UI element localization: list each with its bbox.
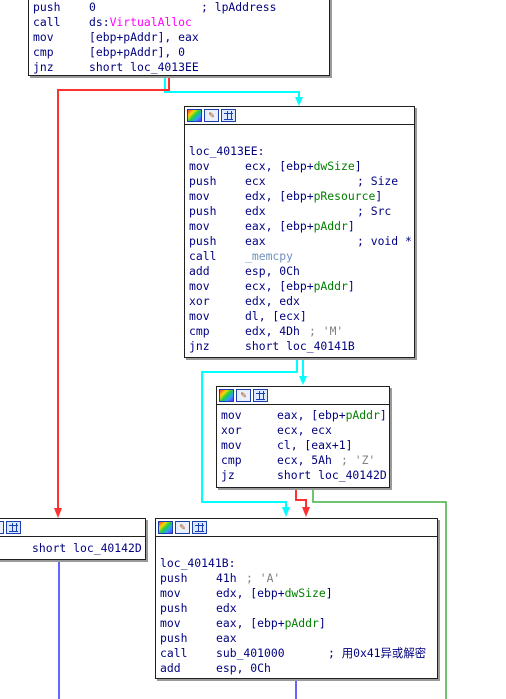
asm-line[interactable]: call _memcpy (189, 249, 414, 264)
import-virtualalloc: VirtualAlloc (109, 15, 192, 29)
color-palette-icon[interactable] (187, 109, 202, 122)
node-titlebar: ✎ (217, 387, 389, 405)
asm-line[interactable]: push eax; void * (189, 234, 414, 249)
node-titlebar: ✎ (0, 519, 145, 537)
asm-line[interactable]: push 41h; 'A' (160, 571, 437, 586)
asm-line[interactable]: push edx; Src (189, 204, 414, 219)
graph-view-icon[interactable] (192, 521, 207, 534)
block-left-partial[interactable]: ✎ short loc_40142D (0, 518, 146, 560)
edit-pencil-icon[interactable]: ✎ (0, 521, 4, 534)
asm-line[interactable]: mov eax, [ebp+pAddr] (189, 219, 414, 234)
asm-line[interactable]: push eax (160, 631, 437, 646)
asm-line[interactable]: xor edx, edx (189, 294, 414, 309)
block-label[interactable]: loc_4013EE: (189, 144, 414, 159)
asm-line[interactable]: call sub_401000; 用0x41异或解密 (160, 646, 437, 661)
edge-arrowhead (299, 376, 307, 385)
edge-mz-to-40141b (295, 487, 307, 510)
asm-line[interactable]: push 0; lpAddress (33, 0, 329, 15)
asm-line[interactable]: short loc_40142D (0, 541, 145, 556)
edge-arrowhead (295, 97, 303, 106)
edge-arrowhead (54, 508, 62, 518)
graph-view-icon[interactable] (6, 521, 21, 534)
edit-pencil-icon[interactable]: ✎ (236, 389, 251, 402)
asm-line[interactable]: jz short loc_40142D (221, 468, 389, 483)
asm-line[interactable]: cmp edx, 4Dh; 'M' (189, 324, 414, 339)
asm-line[interactable]: jnz short loc_40141B (189, 339, 414, 354)
edit-pencil-icon[interactable]: ✎ (204, 109, 219, 122)
block-mz-check[interactable]: ✎ mov eax, [ebp+pAddr] xor ecx, ecx mov cl,… (216, 386, 390, 488)
asm-line[interactable]: mov ecx, [ebp+pAddr] (189, 279, 414, 294)
asm-line[interactable]: mov dl, [ecx] (189, 309, 414, 324)
block-loc-40141b[interactable]: ✎ loc_40141B: push 41h; 'A' mov edx, [ebp+… (155, 518, 438, 679)
block-loc-4013ee[interactable]: ✎ loc_4013EE: mov ecx, [ebp+dwSize] push e… (184, 106, 415, 358)
asm-line[interactable]: add esp, 0Ch (189, 264, 414, 279)
graph-view-icon[interactable] (221, 109, 236, 122)
block-virtualalloc[interactable]: push 0; lpAddress call ds:VirtualAlloc mov… (28, 0, 330, 76)
edge-arrowhead (302, 507, 310, 517)
asm-line[interactable]: mov ecx, [ebp+dwSize] (189, 159, 414, 174)
asm-line[interactable]: xor ecx, ecx (221, 423, 389, 438)
asm-line[interactable]: jnz short loc_4013EE (33, 60, 329, 75)
edge-arrowhead (282, 507, 290, 517)
asm-line[interactable]: mov eax, [ebp+pAddr] (160, 616, 437, 631)
color-palette-icon[interactable] (219, 389, 234, 402)
asm-line[interactable]: cmp ecx, 5Ah; 'Z' (221, 453, 389, 468)
asm-line[interactable]: mov cl, [eax+1] (221, 438, 389, 453)
asm-line[interactable]: push edx (160, 601, 437, 616)
asm-line[interactable]: push ecx; Size (189, 174, 414, 189)
asm-line[interactable]: add esp, 0Ch (160, 661, 437, 676)
edit-pencil-icon[interactable]: ✎ (175, 521, 190, 534)
color-palette-icon[interactable] (158, 521, 173, 534)
asm-line[interactable]: mov [ebp+pAddr], eax (33, 30, 329, 45)
asm-line[interactable]: mov edx, [ebp+pResource] (189, 189, 414, 204)
node-titlebar: ✎ (156, 519, 437, 537)
edge-top-to-left (57, 75, 170, 508)
asm-line[interactable]: cmp [ebp+pAddr], 0 (33, 45, 329, 60)
block-label[interactable]: loc_40141B: (160, 556, 437, 571)
asm-line[interactable]: call ds:VirtualAlloc (33, 15, 329, 30)
asm-line[interactable]: mov eax, [ebp+pAddr] (221, 408, 389, 423)
asm-line[interactable]: mov edx, [ebp+dwSize] (160, 586, 437, 601)
graph-view-icon[interactable] (253, 389, 268, 402)
function-memcpy: _memcpy (245, 249, 294, 263)
node-titlebar: ✎ (185, 107, 414, 125)
edge-top-to-4013ee (164, 75, 300, 100)
